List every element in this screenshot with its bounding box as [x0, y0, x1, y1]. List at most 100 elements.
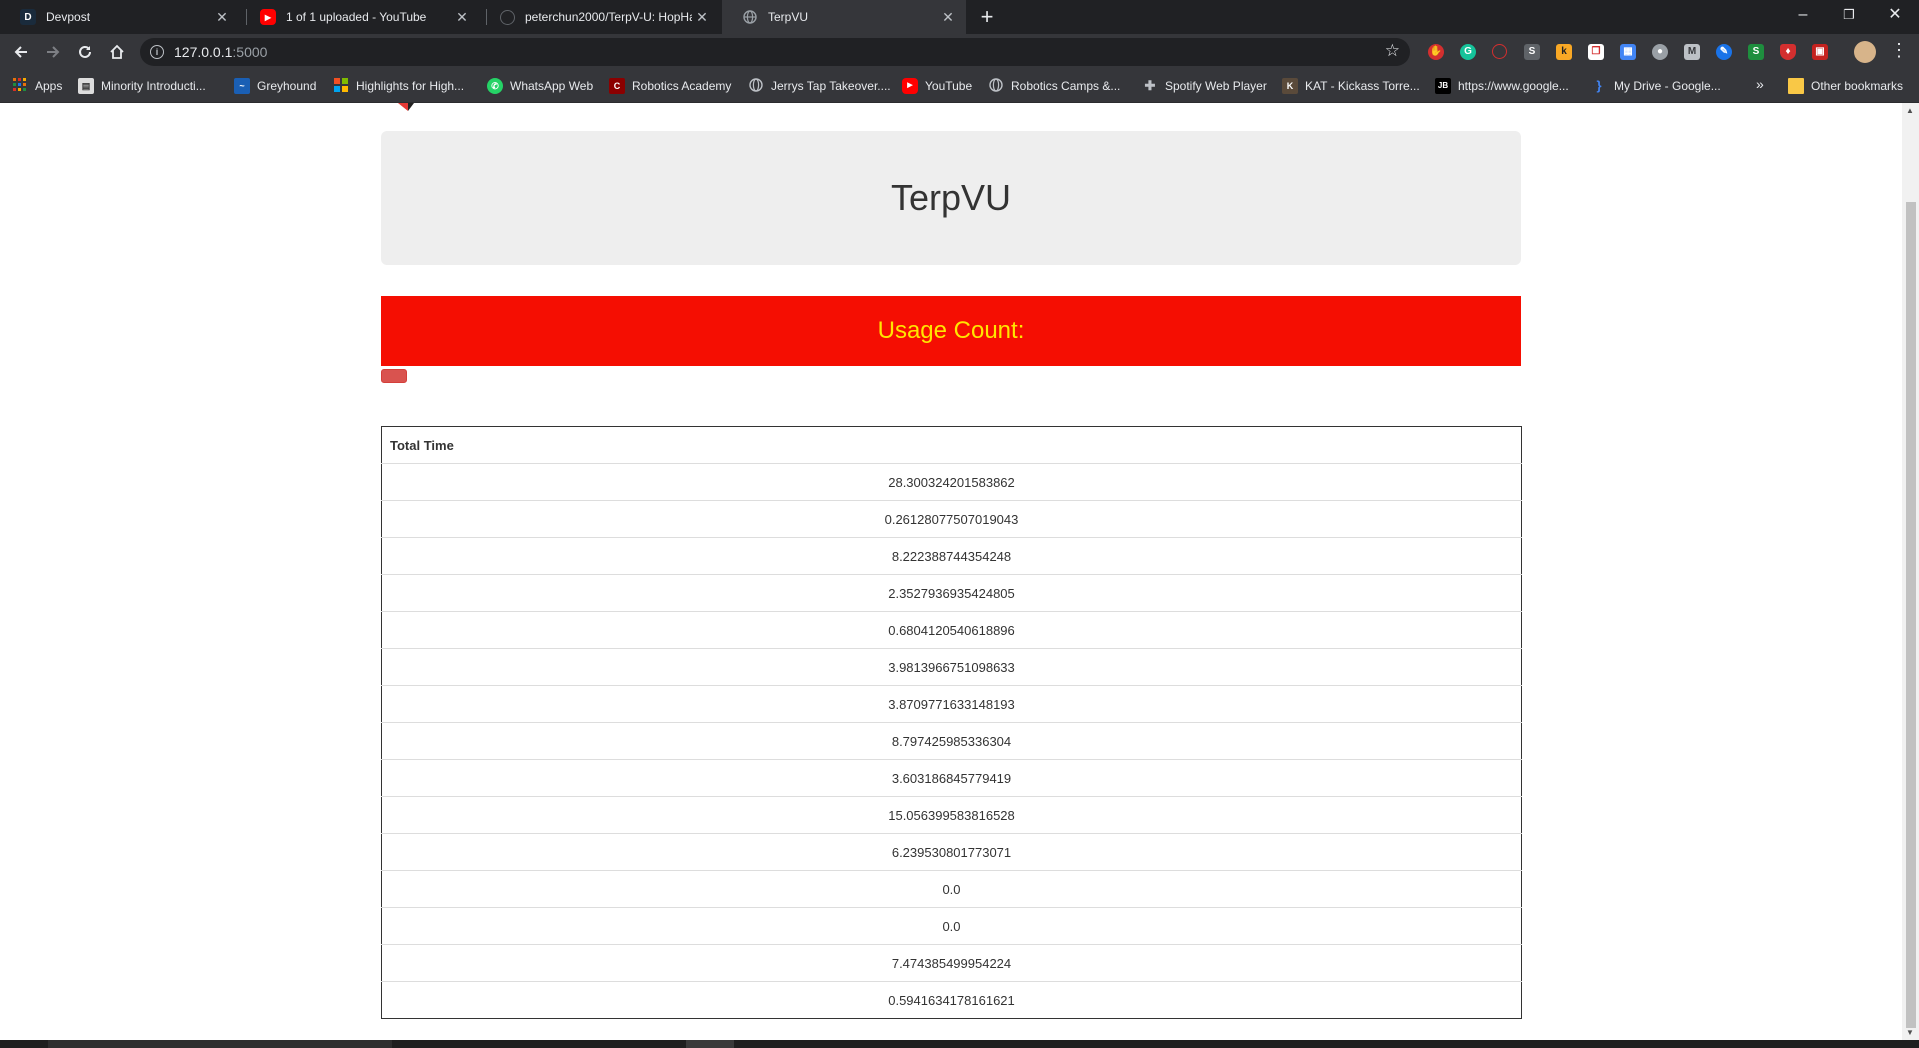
- bookmarks-bar: Apps ▤ Minority Introducti... ~ Greyhoun…: [0, 70, 1919, 103]
- close-tab-icon[interactable]: ✕: [692, 9, 712, 26]
- globe-icon: [988, 78, 1004, 94]
- bookmark-drive[interactable]: } My Drive - Google...: [1591, 78, 1721, 94]
- bookmark-robotics-academy[interactable]: C Robotics Academy: [609, 78, 731, 94]
- table-row: 3.603186845779419: [381, 759, 1522, 797]
- table-row: 8.222388744354248: [381, 537, 1522, 575]
- bookmark-kat[interactable]: K KAT - Kickass Torre...: [1282, 78, 1420, 94]
- youtube-icon: ▶: [260, 9, 276, 25]
- table-row: 0.6804120540618896: [381, 611, 1522, 649]
- table-cell: 8.222388744354248: [381, 537, 1522, 575]
- bookmark-robotics-camps[interactable]: Robotics Camps &...: [988, 78, 1120, 94]
- puzzle-icon: ✚: [1144, 78, 1156, 93]
- table-row: 7.474385499954224: [381, 944, 1522, 982]
- usage-count-banner: Usage Count:: [381, 296, 1521, 366]
- mercury-extension-icon[interactable]: M: [1684, 44, 1700, 60]
- more-bookmarks-icon[interactable]: »: [1756, 76, 1764, 92]
- keepa-extension-icon[interactable]: k: [1556, 44, 1572, 60]
- close-tab-icon[interactable]: ✕: [938, 9, 958, 26]
- bookmark-minority[interactable]: ▤ Minority Introducti...: [78, 78, 206, 94]
- bookmark-label: Other bookmarks: [1811, 79, 1904, 93]
- header-jumbotron: TerpVU: [381, 131, 1521, 265]
- address-bar[interactable]: i 127.0.0.1:5000 ☆: [140, 38, 1410, 66]
- s-extension-icon[interactable]: S: [1748, 44, 1764, 60]
- minimize-button[interactable]: –: [1780, 0, 1826, 30]
- info-icon[interactable]: i: [150, 45, 164, 59]
- table-row: 3.9813966751098633: [381, 648, 1522, 686]
- tab-title: Devpost: [46, 10, 91, 24]
- home-button[interactable]: [104, 39, 130, 65]
- calendar-extension-icon[interactable]: ▦: [1620, 44, 1636, 60]
- youtube-icon: ▶: [902, 78, 918, 94]
- browser-toolbar: i 127.0.0.1:5000 ☆ ✋ G S k ❒ ▦ ● M ✎ S ♦…: [0, 34, 1919, 70]
- table-cell: 0.26128077507019043: [381, 500, 1522, 538]
- table-cell: 0.0: [381, 907, 1522, 945]
- maximize-button[interactable]: ❐: [1826, 0, 1872, 30]
- bookmark-label: Highlights for High...: [356, 79, 465, 93]
- grammarly-extension-icon[interactable]: G: [1460, 44, 1476, 60]
- menu-kebab-icon[interactable]: ⋮: [1890, 40, 1908, 61]
- bookmark-label: Spotify Web Player: [1165, 79, 1267, 93]
- table-row: 0.0: [381, 907, 1522, 945]
- delete-button[interactable]: [381, 369, 407, 383]
- profile-avatar[interactable]: [1854, 41, 1876, 63]
- taskbar-item[interactable]: [48, 1040, 392, 1048]
- url-text: 127.0.0.1:5000: [174, 44, 267, 60]
- bookmark-label: My Drive - Google...: [1614, 79, 1721, 93]
- forward-button[interactable]: [40, 39, 66, 65]
- skype-extension-icon[interactable]: S: [1524, 44, 1540, 60]
- bookmark-spotify[interactable]: ✚ Spotify Web Player: [1142, 78, 1267, 94]
- bookmark-jerrys[interactable]: Jerrys Tap Takeover....: [748, 78, 891, 94]
- bookmark-other[interactable]: Other bookmarks: [1788, 78, 1903, 94]
- bookmark-whatsapp[interactable]: ✆ WhatsApp Web: [487, 78, 593, 94]
- new-tab-button[interactable]: +: [974, 4, 1000, 30]
- close-window-button[interactable]: ✕: [1872, 0, 1918, 30]
- record-extension-icon[interactable]: ●: [1652, 44, 1668, 60]
- table-row: 0.5941634178161621: [381, 981, 1522, 1019]
- table-row: 3.8709771633148193: [381, 685, 1522, 723]
- scroll-down-icon[interactable]: ▼: [1906, 1028, 1914, 1037]
- feather-extension-icon[interactable]: ✎: [1716, 44, 1732, 60]
- reload-button[interactable]: [72, 39, 98, 65]
- table-row: 28.300324201583862: [381, 463, 1522, 501]
- bookmark-youtube[interactable]: ▶ YouTube: [902, 78, 972, 94]
- kat-icon: K: [1282, 78, 1298, 94]
- home-icon: [110, 44, 124, 59]
- table-cell: 3.603186845779419: [381, 759, 1522, 797]
- table-cell: 6.239530801773071: [381, 833, 1522, 871]
- taskbar-item[interactable]: [686, 1040, 734, 1048]
- red-extension-icon[interactable]: ▣: [1812, 44, 1828, 60]
- bookmark-label: Jerrys Tap Takeover....: [771, 79, 891, 93]
- table-row: 0.0: [381, 870, 1522, 908]
- scroll-up-icon[interactable]: ▲: [1906, 106, 1914, 115]
- column-header-total-time: Total Time: [381, 426, 1522, 464]
- adblock-extension-icon[interactable]: ✋: [1428, 44, 1444, 60]
- back-button[interactable]: [8, 39, 34, 65]
- reload-icon: [79, 45, 91, 58]
- tab-github[interactable]: peterchun2000/TerpV-U: HopHac ✕: [480, 0, 720, 34]
- bookmark-label: KAT - Kickass Torre...: [1305, 79, 1420, 93]
- tab-terpvu[interactable]: TerpVU ✕: [722, 0, 966, 34]
- bookmark-apps[interactable]: Apps: [12, 78, 62, 94]
- bookmark-google[interactable]: JB https://www.google...: [1435, 78, 1569, 94]
- table-cell: 2.3527936935424805: [381, 574, 1522, 612]
- folder-icon: [1788, 78, 1804, 94]
- bookmark-label: Minority Introducti...: [101, 79, 206, 93]
- scrollbar-thumb[interactable]: [1906, 202, 1916, 1028]
- bookmark-star-icon[interactable]: ☆: [1385, 41, 1400, 61]
- tab-strip: D Devpost ✕ ▶ 1 of 1 uploaded - YouTube …: [0, 0, 1919, 34]
- shield-extension-icon[interactable]: ♦: [1780, 44, 1796, 60]
- pocket-extension-icon[interactable]: ❒: [1588, 44, 1604, 60]
- table-row: 2.3527936935424805: [381, 574, 1522, 612]
- blocker-extension-icon[interactable]: [1492, 44, 1507, 59]
- bookmark-highlights[interactable]: Highlights for High...: [333, 78, 464, 94]
- bookmark-label: Greyhound: [257, 79, 317, 93]
- bookmark-label: Robotics Camps &...: [1011, 79, 1121, 93]
- table-row: 0.26128077507019043: [381, 500, 1522, 538]
- tab-youtube[interactable]: ▶ 1 of 1 uploaded - YouTube ✕: [240, 0, 480, 34]
- table-cell: 28.300324201583862: [381, 463, 1522, 501]
- table-cell: 0.6804120540618896: [381, 611, 1522, 649]
- close-tab-icon[interactable]: ✕: [452, 9, 472, 26]
- tab-devpost[interactable]: D Devpost ✕: [0, 0, 240, 34]
- bookmark-greyhound[interactable]: ~ Greyhound: [234, 78, 316, 94]
- close-tab-icon[interactable]: ✕: [212, 9, 232, 26]
